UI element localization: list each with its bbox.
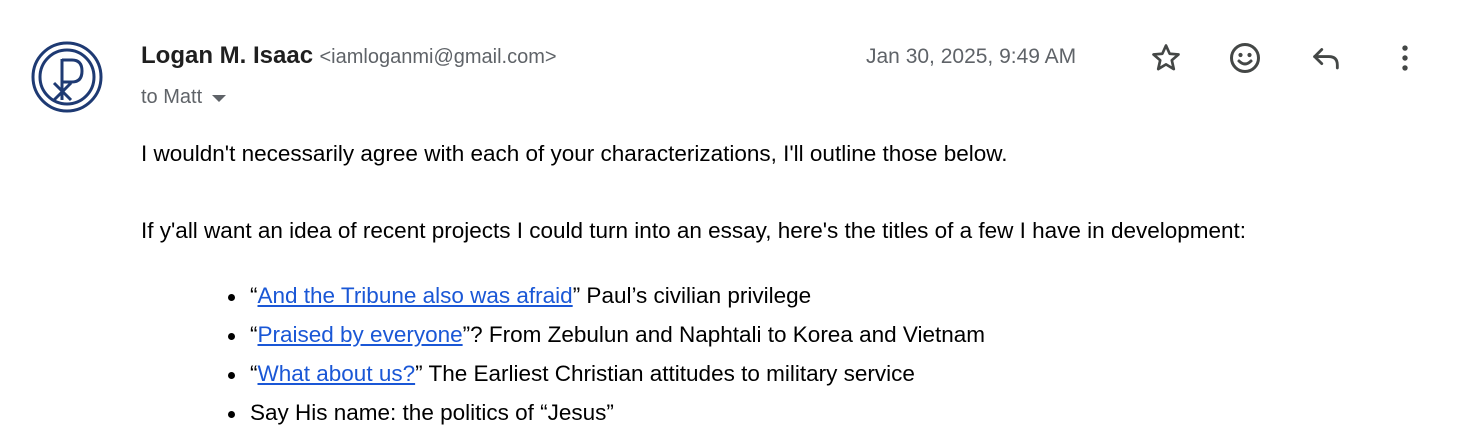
item-text: Say His name: the politics of “Jesus” (250, 400, 614, 425)
more-vert-icon (1402, 45, 1408, 71)
project-list: “And the Tribune also was afraid” Paul’s… (227, 282, 986, 438)
message-timestamp: Jan 30, 2025, 9:49 AM (866, 45, 1077, 68)
project-link-tribune[interactable]: And the Tribune also was afraid (258, 283, 573, 308)
sender-email[interactable]: <iamloganmi@gmail.com> (320, 46, 557, 68)
item-prefix: “ (250, 283, 258, 308)
add-reaction-button[interactable] (1223, 36, 1267, 80)
list-item: “Praised by everyone”? From Zebulun and … (227, 321, 986, 360)
sender-name[interactable]: Logan M. Isaac (141, 42, 313, 69)
list-item: “What about us?” The Earliest Christian … (227, 360, 985, 399)
item-suffix: ” The Earliest Christian attitudes to mi… (415, 361, 915, 386)
recipient-label: to Matt (141, 86, 203, 108)
project-link-what-about-us[interactable]: What about us? (258, 361, 416, 386)
item-prefix: “ (250, 322, 258, 347)
body-paragraph-2: If y'all want an idea of recent projects… (141, 218, 1247, 243)
item-prefix: “ (250, 361, 258, 386)
chevron-down-icon (212, 95, 227, 102)
item-suffix: ”? From Zebulun and Naphtali to Korea an… (462, 322, 986, 347)
item-suffix: ” Paul’s civilian privilege (572, 283, 812, 308)
recipient-details-toggle[interactable]: to Matt (141, 86, 227, 109)
list-item: “And the Tribune also was afraid” Paul’s… (227, 282, 985, 321)
emoji-smile-icon (1230, 43, 1260, 73)
reply-arrow-icon (1313, 48, 1339, 70)
body-paragraph-1: I wouldn't necessarily agree with each o… (141, 141, 1008, 166)
star-outline-icon (1152, 44, 1180, 71)
project-link-praised[interactable]: Praised by everyone (258, 322, 463, 347)
more-options-button[interactable] (1383, 36, 1427, 80)
reply-button[interactable] (1304, 36, 1348, 80)
sender-line: Logan M. Isaac <iamloganmi@gmail.com> (141, 42, 557, 70)
chi-rho-logo-icon (31, 41, 103, 113)
star-button[interactable] (1144, 36, 1188, 80)
list-item: Say His name: the politics of “Jesus” (227, 399, 985, 438)
sender-avatar[interactable] (30, 40, 104, 114)
